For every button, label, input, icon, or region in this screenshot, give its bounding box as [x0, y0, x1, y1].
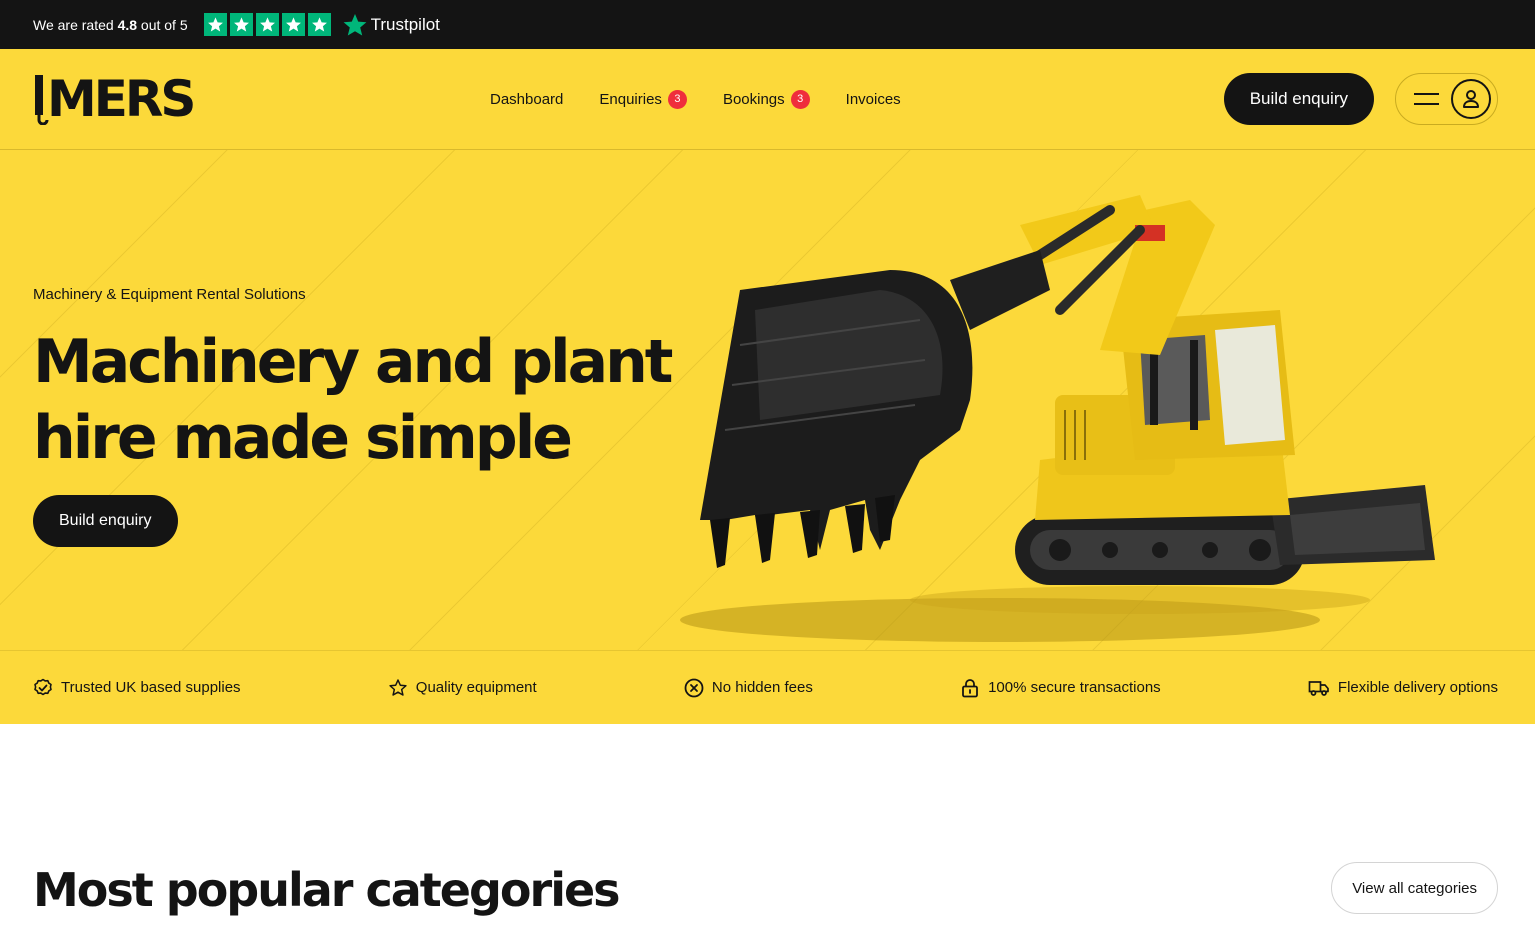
excavator-image	[680, 195, 1435, 642]
star-icon	[307, 13, 331, 36]
truck-icon	[1308, 680, 1329, 696]
view-all-categories-button[interactable]: View all categories	[1331, 862, 1498, 914]
hero-subtitle: Machinery & Equipment Rental Solutions	[33, 286, 306, 303]
account-menu-button[interactable]	[1395, 73, 1498, 125]
x-circle-icon	[684, 678, 704, 697]
lock-icon	[962, 678, 978, 697]
hero-build-enquiry-button[interactable]: Build enquiry	[33, 495, 178, 547]
feature-item: 100% secure transactions	[960, 678, 1161, 698]
hero-section: Machinery & Equipment Rental Solutions M…	[0, 150, 1535, 650]
feature-item: Flexible delivery options	[1308, 678, 1498, 698]
nav-bookings[interactable]: Bookings 3	[723, 89, 810, 109]
hamburger-icon	[1414, 93, 1439, 105]
hero-title: Machinery and plant hire made simple	[33, 327, 673, 473]
main-nav: Dashboard Enquiries 3 Bookings 3 Invoice…	[490, 49, 901, 149]
trustpilot-stars	[203, 13, 331, 36]
nav-dashboard[interactable]: Dashboard	[490, 91, 563, 108]
trustpilot-bar: We are rated 4.8 out of 5 Trustpilot	[0, 0, 1535, 49]
build-enquiry-button[interactable]: Build enquiry	[1223, 73, 1374, 125]
star-icon	[203, 13, 227, 36]
check-circle-icon	[34, 678, 52, 695]
trustpilot-star-icon	[343, 13, 367, 35]
categories-section: Most popular categories View all categor…	[0, 724, 1535, 942]
bookings-count-badge: 3	[790, 89, 810, 109]
star-icon	[281, 13, 305, 36]
enquiries-count-badge: 3	[667, 89, 687, 109]
star-icon	[229, 13, 253, 36]
header-actions: Build enquiry	[1223, 73, 1498, 125]
trustpilot-logo[interactable]: Trustpilot	[343, 13, 440, 37]
rating-text: We are rated 4.8 out of 5	[33, 16, 188, 33]
feature-item: Trusted UK based supplies	[33, 678, 241, 698]
categories-title: Most popular categories	[33, 863, 621, 917]
mers-logo[interactable]: MERS	[33, 73, 196, 125]
user-icon	[1451, 79, 1491, 119]
star-icon	[389, 678, 407, 696]
feature-item: No hidden fees	[684, 678, 813, 698]
features-strip: Trusted UK based supplies Quality equipm…	[0, 650, 1535, 724]
nav-invoices[interactable]: Invoices	[846, 91, 901, 108]
feature-item: Quality equipment	[388, 678, 537, 698]
nav-enquiries[interactable]: Enquiries 3	[599, 89, 687, 109]
site-header: MERS Dashboard Enquiries 3 Bookings 3 In…	[0, 49, 1535, 150]
star-icon	[255, 13, 279, 36]
